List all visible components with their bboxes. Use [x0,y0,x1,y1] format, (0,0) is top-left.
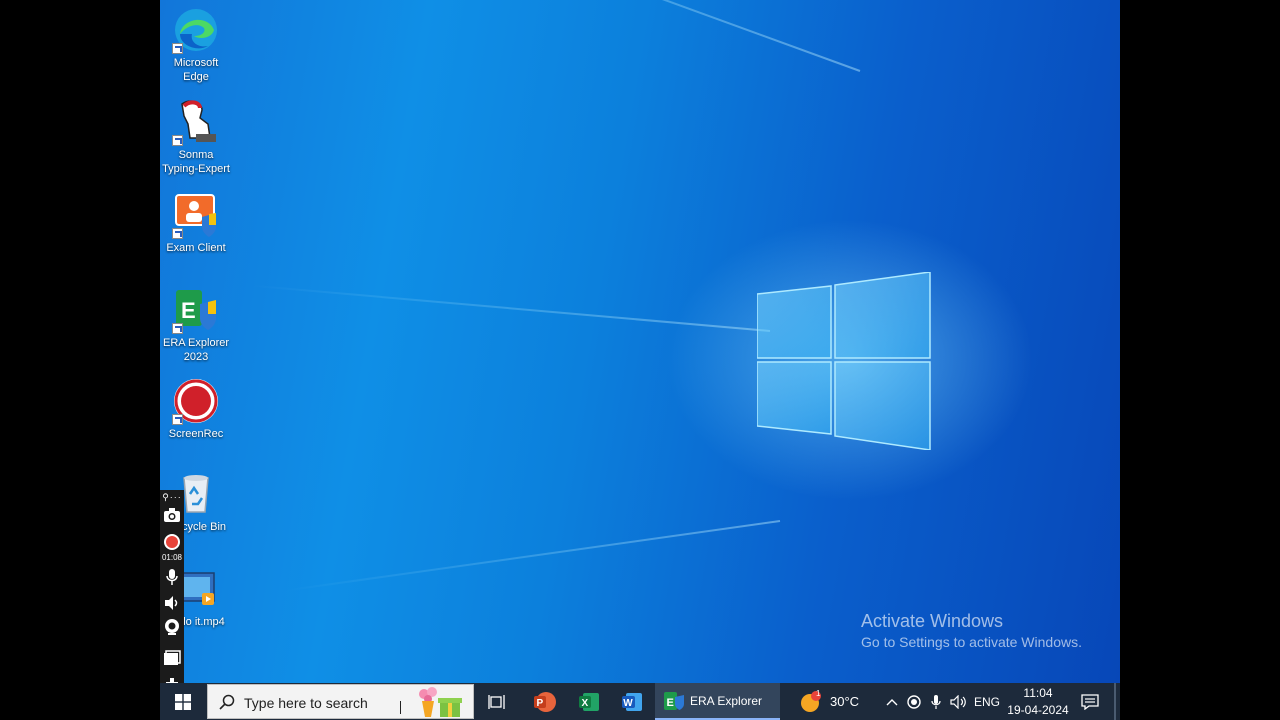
word-icon: W [622,692,642,711]
era-explorer-task-label: ERA Explorer [690,693,763,708]
exam-client-icon [172,191,220,239]
light-beam [258,0,861,72]
text-cursor-icon [400,701,401,714]
desktop-icon-edge[interactable]: Microsoft Edge [160,6,234,84]
clock-time: 11:04 [1023,686,1053,700]
desktop-icon-label: ERA Explorer 2023 [162,337,230,363]
desktop-icon-label: Sonma Typing-Expert [162,149,230,175]
tray-clock[interactable]: 11:04 19-04-2024 [1006,683,1070,720]
tray-record-button[interactable] [904,683,924,720]
svg-text:W: W [623,698,633,709]
windows-logo [757,272,931,450]
taskbar: Type here to search P X W E ERA Explorer… [160,683,1120,720]
show-hidden-icons-button[interactable] [882,683,902,720]
tray-language[interactable]: ENG [972,683,1002,720]
weather-temperature: 30°C [830,694,860,709]
powerpoint-icon: P [534,691,556,712]
weather-badge: 1 [816,689,821,698]
svg-text:E: E [667,697,674,709]
activate-title: Activate Windows [861,611,1004,631]
desktop-icon-label: ScreenRec [168,428,224,440]
start-button[interactable] [160,683,205,720]
taskbar-app-powerpoint[interactable]: P [526,683,562,720]
shortcut-arrow-icon [172,228,183,239]
speaker-icon[interactable] [160,595,184,616]
era-explorer-icon: E [664,691,684,710]
taskbar-search-box[interactable]: Type here to search [207,684,474,719]
typing-expert-icon [172,98,220,146]
windows-start-icon [174,693,191,710]
desktop-icon-era-explorer[interactable]: E ERA Explorer 2023 [160,286,234,364]
desktop-icon-exam-client[interactable]: Exam Client [160,191,234,255]
activate-windows-watermark: Activate Windows Go to Settings to activ… [861,610,1082,652]
recording-timer: 01:08 [161,553,183,562]
search-icon [219,694,235,710]
svg-text:E: E [181,298,196,323]
webcam-icon[interactable] [160,618,184,641]
task-view-icon [488,694,505,709]
screen-recorder-toolbar: ⚲··· 01:08 [160,490,184,687]
window-icon[interactable] [160,650,184,671]
shortcut-arrow-icon [172,135,183,146]
light-beam [284,520,781,592]
taskbar-app-era-explorer[interactable]: E ERA Explorer [655,683,780,720]
shortcut-arrow-icon [172,414,183,425]
clock-date: 19-04-2024 [1007,703,1069,717]
wallpaper [160,0,1120,683]
activate-subtitle: Go to Settings to activate Windows. [861,634,1082,650]
search-placeholder: Type here to search [244,695,368,711]
task-view-button[interactable] [482,683,512,720]
action-center-button[interactable] [1078,683,1102,720]
tray-microphone-button[interactable] [926,683,946,720]
edge-icon [172,6,220,54]
desktop-icon-screenrec[interactable]: ScreenRec [160,377,234,441]
desktop-icon-label: Microsoft Edge [173,57,219,83]
desktop-icon-label: Exam Client [166,242,226,254]
taskbar-app-word[interactable]: W [614,683,650,720]
era-explorer-icon: E [172,286,220,334]
camera-icon[interactable] [160,507,184,528]
excel-icon: X [579,692,599,711]
chevron-up-icon [886,698,898,705]
tray-record-icon [907,694,921,709]
light-beam [251,284,771,332]
svg-text:P: P [537,698,544,709]
desktop-screen: Microsoft Edge Sonma Typing-Expert Exam … [160,0,1120,720]
microphone-icon [931,694,941,709]
shortcut-arrow-icon [172,323,183,334]
svg-text:X: X [582,698,589,709]
weather-widget[interactable]: 1 30°C [800,683,870,720]
taskbar-app-excel[interactable]: X [571,683,607,720]
screenrec-icon [172,377,220,425]
microphone-icon[interactable] [160,568,184,591]
toolbar-menu-icon[interactable]: ⚲··· [160,492,184,503]
show-desktop-button[interactable] [1114,683,1116,720]
tray-volume-button[interactable] [948,683,970,720]
shortcut-arrow-icon [172,43,183,54]
desktop-icon-typing-expert[interactable]: Sonma Typing-Expert [160,98,234,176]
volume-icon [950,694,966,709]
flowers-gift-icon [419,687,462,717]
notifications-icon [1081,693,1099,710]
